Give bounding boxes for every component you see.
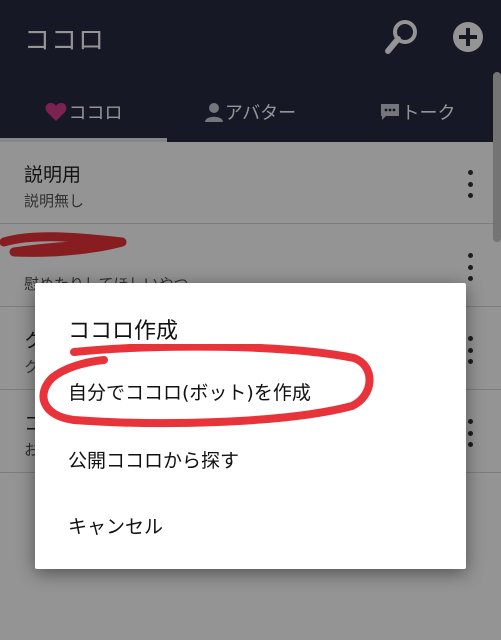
cancel-option[interactable]: キャンセル <box>35 493 466 557</box>
option-label: キャンセル <box>68 515 164 538</box>
option-label: 自分でココロ(ボット)を作成 <box>68 381 311 404</box>
create-own-bot-option[interactable]: 自分でココロ(ボット)を作成 <box>35 359 466 423</box>
dialog-title: ココロ作成 <box>68 319 179 344</box>
create-kokoro-dialog: ココロ作成 自分でココロ(ボット)を作成 公開ココロから探す キャンセル <box>35 283 466 569</box>
browse-public-option[interactable]: 公開ココロから探す <box>35 427 466 491</box>
option-label: 公開ココロから探す <box>68 449 240 472</box>
app-screen: ココロ ココロ アバター トーク 説明用 説明無し ク ク コ お ココロ作成 … <box>0 0 501 640</box>
